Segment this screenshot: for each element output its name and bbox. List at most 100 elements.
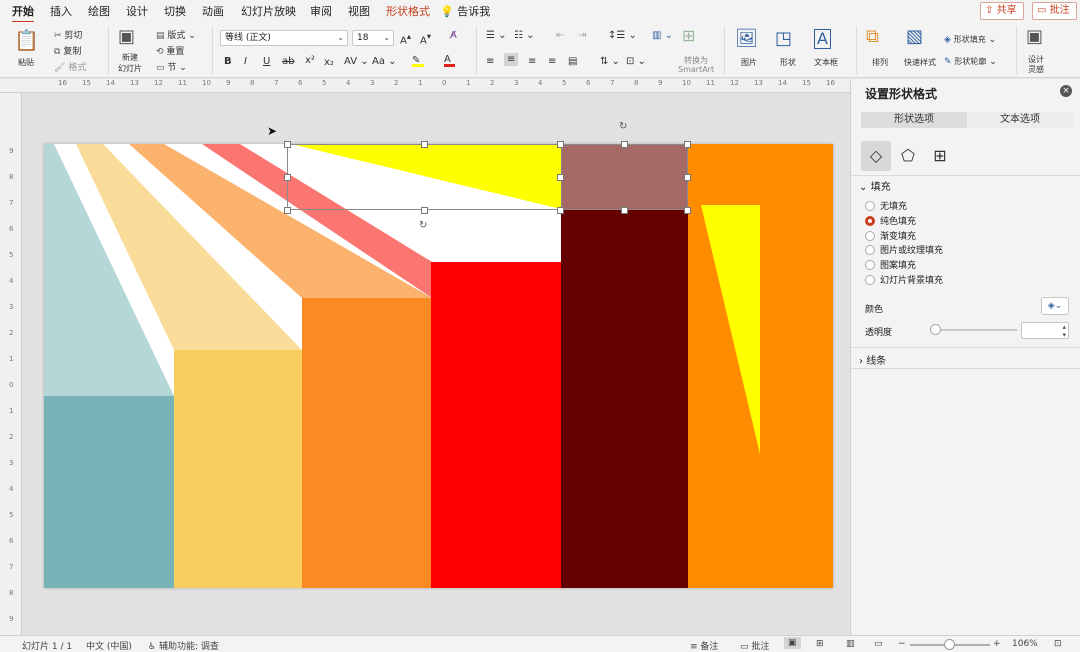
fill-line-icon[interactable]: ◇ [861,141,891,171]
line-spacing-icon[interactable]: ↕☰ ⌄ [608,30,637,41]
teal-column[interactable] [44,396,174,588]
font-name-combo[interactable]: 等线 (正文) ⌄ [220,30,348,46]
resize-handle[interactable] [684,174,691,181]
tab-design[interactable]: 设计 [126,3,148,19]
effects-pentagon-icon[interactable]: ⬠ [893,141,923,171]
fill-option-solid[interactable]: 纯色填充 [865,216,916,228]
shape-fill-button[interactable]: ◈ 形状填充 ⌄ [944,34,996,45]
text-direction-icon[interactable]: ⇅ ⌄ [600,56,620,67]
rotate-handle-icon[interactable]: ↻ [619,121,627,132]
comments-button[interactable]: ▭ 批注 [740,639,769,652]
shrink-font-icon[interactable]: A▾ [420,31,431,46]
change-case-button[interactable]: Aa ⌄ [372,56,397,67]
fit-to-window-icon[interactable]: ⊡ [1054,639,1062,649]
normal-view-icon[interactable]: ▣ [784,637,801,649]
slide[interactable] [44,144,833,588]
share-button[interactable]: ⇪ 共享 [980,2,1024,20]
grow-font-icon[interactable]: A▴ [400,31,411,46]
tab-slideshow[interactable]: 幻灯片放映 [241,3,296,19]
strikethrough-button[interactable]: ab [282,56,294,67]
distribute-icon[interactable]: ▤ [568,56,577,67]
radio-button[interactable] [865,201,875,211]
stepper-arrows-icon[interactable]: ▴ ▾ [1062,323,1066,339]
align-center-icon[interactable]: ≡ [504,53,519,66]
shape-outline-button[interactable]: ✎ 形状轮廓 ⌄ [944,56,997,67]
tab-tell-me[interactable]: 💡 告诉我 [440,3,490,19]
resize-handle[interactable] [284,174,291,181]
radio-button[interactable] [865,275,875,285]
maroon-column[interactable] [561,209,688,588]
section-button[interactable]: ▭ 节 ⌄ [156,60,187,73]
resize-handle[interactable] [557,141,564,148]
close-icon[interactable]: × [1060,85,1072,97]
line-section-header[interactable]: › 线条 [859,352,886,367]
align-left-icon[interactable]: ≡ [486,56,494,67]
align-text-icon[interactable]: ⊡ ⌄ [626,56,646,67]
resize-handle[interactable] [557,174,564,181]
zoom-in-icon[interactable]: + [993,639,1001,649]
superscript-button[interactable]: x² [305,55,315,66]
copy-button[interactable]: ⧉ 复制 [54,44,81,57]
zoom-out-icon[interactable]: − [898,639,906,649]
orange-column[interactable] [302,298,431,588]
selection-box-yellow-stripe[interactable] [287,144,562,210]
bold-button[interactable]: B [224,56,232,67]
tab-review[interactable]: 审阅 [310,3,332,19]
tab-home[interactable]: 开始 [12,3,34,23]
tab-insert[interactable]: 插入 [50,3,72,19]
rotate-handle-icon[interactable]: ↻ [419,220,427,231]
tab-shape-options[interactable]: 形状选项 [861,112,967,128]
font-color-icon[interactable]: A [444,54,455,67]
format-painter-button[interactable]: 🖌 格式 [54,60,86,73]
language-indicator[interactable]: 中文 (中国) [86,639,132,652]
radio-button[interactable] [865,245,875,255]
radio-button-selected[interactable] [865,216,875,226]
char-spacing-button[interactable]: AV ⌄ [344,56,369,67]
fill-option-gradient[interactable]: 渐变填充 [865,231,916,243]
transparency-input[interactable]: ▴ ▾ [1021,322,1069,339]
fill-option-picture[interactable]: 图片或纹理填充 [865,245,943,257]
underline-button[interactable]: U [263,56,270,67]
decrease-indent-icon[interactable]: ⇤ [556,30,564,41]
transparency-slider-thumb[interactable] [930,324,941,335]
align-right-icon[interactable]: ≡ [528,56,536,67]
zoom-level[interactable]: 106% [1012,639,1038,649]
resize-handle[interactable] [621,141,628,148]
resize-handle[interactable] [621,207,628,214]
resize-handle[interactable] [284,141,291,148]
tab-view[interactable]: 视图 [348,3,370,19]
slideshow-icon[interactable]: ▭ [874,639,883,649]
red-column[interactable] [431,262,561,588]
resize-handle[interactable] [284,207,291,214]
selection-box-mauve-rectangle[interactable] [561,144,688,210]
fill-section-header[interactable]: ⌄ 填充 [859,178,891,193]
numbering-icon[interactable]: ☷ ⌄ [514,30,535,41]
reset-button[interactable]: ⟲ 重置 [156,44,184,57]
color-picker-button[interactable]: ◈⌄ [1041,297,1069,315]
transparency-slider-track[interactable] [935,329,1017,331]
resize-handle[interactable] [421,141,428,148]
tab-transitions[interactable]: 切换 [164,3,186,19]
fill-option-slide-background[interactable]: 幻灯片背景填充 [865,275,943,287]
tab-draw[interactable]: 绘图 [88,3,110,19]
resize-handle[interactable] [421,207,428,214]
subscript-button[interactable]: x₂ [324,57,334,68]
tab-animations[interactable]: 动画 [202,3,224,19]
resize-handle[interactable] [684,207,691,214]
highlight-icon[interactable]: ✎ [412,55,424,67]
font-size-combo[interactable]: 18 ⌄ [352,30,394,46]
resize-handle[interactable] [684,141,691,148]
cut-button[interactable]: ✂ 剪切 [54,28,82,41]
radio-button[interactable] [865,231,875,241]
size-properties-icon[interactable]: ⊞ [925,141,955,171]
bullets-icon[interactable]: ☰ ⌄ [486,30,507,41]
zoom-slider-thumb[interactable] [944,639,955,650]
slide-sorter-icon[interactable]: ⊞ [816,639,824,649]
radio-button[interactable] [865,260,875,270]
clear-format-icon[interactable]: A̸ [450,30,457,41]
gold-column[interactable] [174,350,302,588]
fill-option-none[interactable]: 无填充 [865,201,907,213]
italic-button[interactable]: I [244,56,247,67]
notes-button[interactable]: ≡ 备注 [690,639,718,652]
increase-indent-icon[interactable]: ⇥ [578,30,586,41]
